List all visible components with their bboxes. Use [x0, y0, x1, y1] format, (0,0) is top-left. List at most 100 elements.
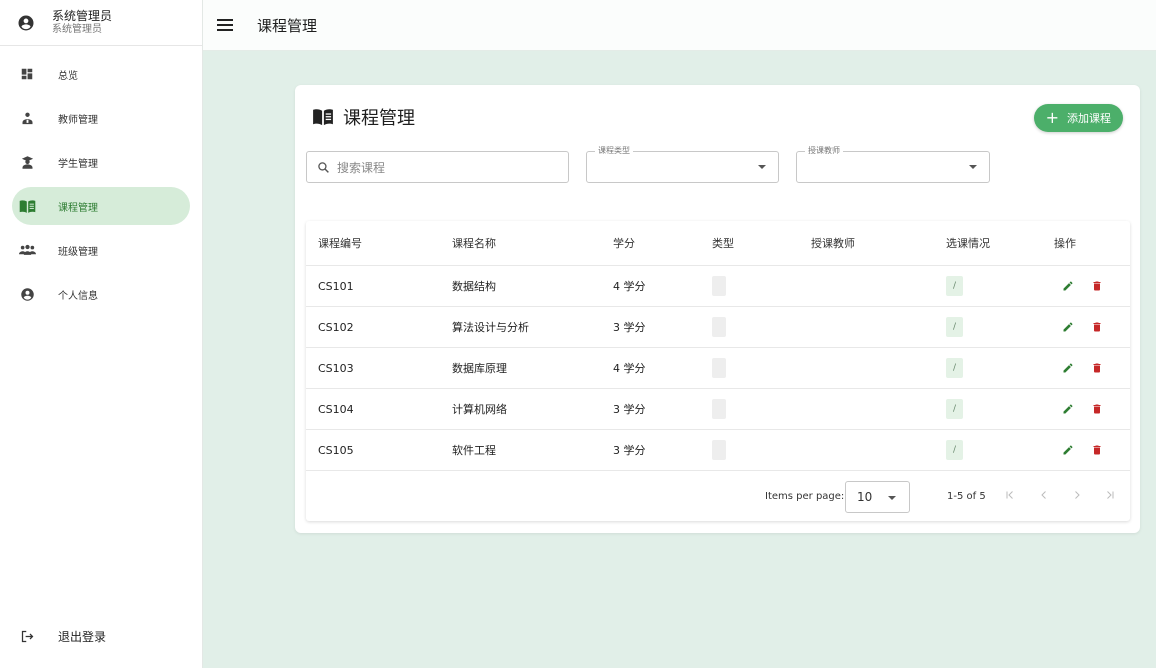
chevron-right-icon — [1075, 491, 1080, 499]
search-icon — [318, 161, 329, 173]
account-circle-icon — [18, 285, 36, 303]
edit-button[interactable] — [1061, 389, 1075, 429]
dashboard-icon — [18, 65, 36, 83]
card-header: 课程管理 — [312, 104, 415, 130]
course-name: 数据库原理 — [452, 362, 507, 375]
topbar: 课程管理 — [203, 0, 1156, 51]
sidebar-item-profile[interactable]: 个人信息 — [12, 275, 190, 313]
edit-icon — [1061, 361, 1075, 375]
delete-button[interactable] — [1090, 430, 1104, 470]
edit-icon — [1061, 320, 1075, 334]
enrollment: / — [946, 307, 963, 347]
enrollment-chip: / — [946, 440, 963, 460]
user-role: 系统管理员 — [52, 24, 102, 35]
first-page-icon — [1006, 491, 1013, 499]
previous-page-button[interactable] — [1037, 488, 1051, 502]
enrollment: / — [946, 430, 963, 470]
paginator: Items per page: 10 1-5 of 5 — [306, 471, 1130, 519]
course-code: CS101 — [318, 279, 354, 293]
teacher-select[interactable]: 授课教师 — [796, 145, 990, 183]
search-placeholder: 搜索课程 — [337, 160, 386, 175]
course-code: CS105 — [318, 443, 354, 457]
course-type — [712, 430, 726, 470]
course-name: 数据结构 — [452, 280, 496, 293]
sidebar-item-courses[interactable]: 课程管理 — [12, 187, 190, 225]
logout-button[interactable]: 退出登录 — [12, 618, 192, 654]
column-header: 操作 — [1054, 237, 1076, 250]
sidebar-item-label: 班级管理 — [58, 246, 98, 258]
book-icon — [18, 197, 36, 215]
table-row: CS104 计算机网络 3 学分 / — [306, 389, 1130, 430]
delete-button[interactable] — [1090, 307, 1104, 347]
edit-icon — [1061, 279, 1075, 293]
course-credits: 4 学分 — [613, 280, 646, 293]
table-row: CS105 软件工程 3 学分 / — [306, 430, 1130, 471]
sidebar-item-label: 个人信息 — [58, 290, 98, 302]
edit-button[interactable] — [1061, 266, 1075, 306]
trash-icon — [1090, 443, 1104, 457]
edit-button[interactable] — [1061, 307, 1075, 347]
course-code: CS102 — [318, 320, 354, 334]
edit-icon — [1061, 402, 1075, 416]
last-page-icon — [1107, 491, 1114, 499]
main-content: 课程管理 + 添加课程 搜索课程 课程类型 授课教师 课程编号 课程名称 学分 … — [203, 51, 1156, 668]
teacher-icon — [18, 109, 36, 127]
delete-button[interactable] — [1090, 389, 1104, 429]
search-input[interactable]: 搜索课程 — [306, 151, 569, 183]
edit-button[interactable] — [1061, 348, 1075, 388]
first-page-button[interactable] — [1003, 488, 1017, 502]
add-course-button[interactable]: + 添加课程 — [1033, 104, 1123, 132]
column-header: 课程名称 — [452, 237, 496, 250]
edit-icon — [1061, 443, 1075, 457]
type-chip — [712, 440, 726, 460]
course-table: 课程编号 课程名称 学分 类型 授课教师 选课情况 操作 CS101 数据结构 … — [306, 221, 1130, 521]
column-header: 授课教师 — [811, 237, 855, 250]
enrollment-chip: / — [946, 317, 963, 337]
user-name: 系统管理员 — [52, 9, 113, 23]
course-credits: 3 学分 — [613, 403, 646, 416]
group-icon — [18, 241, 36, 259]
table-row: CS102 算法设计与分析 3 学分 / — [306, 307, 1130, 348]
trash-icon — [1090, 402, 1104, 416]
column-header: 类型 — [712, 237, 734, 250]
trash-icon — [1090, 361, 1104, 375]
page-size-value: 10 — [857, 490, 873, 504]
enrollment-chip: / — [946, 358, 963, 378]
next-page-button[interactable] — [1070, 488, 1084, 502]
table-row: CS103 数据库原理 4 学分 / — [306, 348, 1130, 389]
delete-button[interactable] — [1090, 348, 1104, 388]
course-card: 课程管理 + 添加课程 搜索课程 课程类型 授课教师 课程编号 课程名称 学分 … — [295, 85, 1140, 533]
chevron-down-icon — [969, 165, 977, 169]
last-page-button[interactable] — [1103, 488, 1117, 502]
page-range: 1-5 of 5 — [947, 491, 986, 502]
course-credits: 3 学分 — [613, 444, 646, 457]
sidebar-item-label: 总览 — [58, 70, 78, 82]
menu-icon[interactable] — [217, 18, 233, 32]
edit-button[interactable] — [1061, 430, 1075, 470]
sidebar-item-overview[interactable]: 总览 — [12, 55, 190, 93]
sidebar-item-classes[interactable]: 班级管理 — [12, 231, 190, 269]
chevron-left-icon — [1041, 491, 1046, 499]
enrollment-chip: / — [946, 276, 963, 296]
plus-icon: + — [1045, 108, 1059, 127]
sidebar-nav: 总览 教师管理 学生管理 课程管理 班级管理 个人信息 — [0, 55, 202, 313]
user-box: 系统管理员 系统管理员 — [0, 0, 202, 46]
column-header: 课程编号 — [318, 237, 362, 250]
sidebar-item-label: 课程管理 — [58, 202, 98, 214]
course-type-select[interactable]: 课程类型 — [586, 145, 779, 183]
enrollment: / — [946, 389, 963, 429]
table-header-row: 课程编号 课程名称 学分 类型 授课教师 选课情况 操作 — [306, 221, 1130, 266]
column-header: 选课情况 — [946, 237, 990, 250]
delete-button[interactable] — [1090, 266, 1104, 306]
page-size-select[interactable]: 10 — [845, 481, 910, 513]
type-chip — [712, 276, 726, 296]
enrollment-chip: / — [946, 399, 963, 419]
sidebar-item-teachers[interactable]: 教师管理 — [12, 99, 190, 137]
course-code: CS103 — [318, 361, 354, 375]
course-code: CS104 — [318, 402, 354, 416]
sidebar-item-students[interactable]: 学生管理 — [12, 143, 190, 181]
add-course-label: 添加课程 — [1067, 112, 1111, 125]
trash-icon — [1090, 320, 1104, 334]
card-title: 课程管理 — [343, 108, 415, 129]
course-type — [712, 307, 726, 347]
